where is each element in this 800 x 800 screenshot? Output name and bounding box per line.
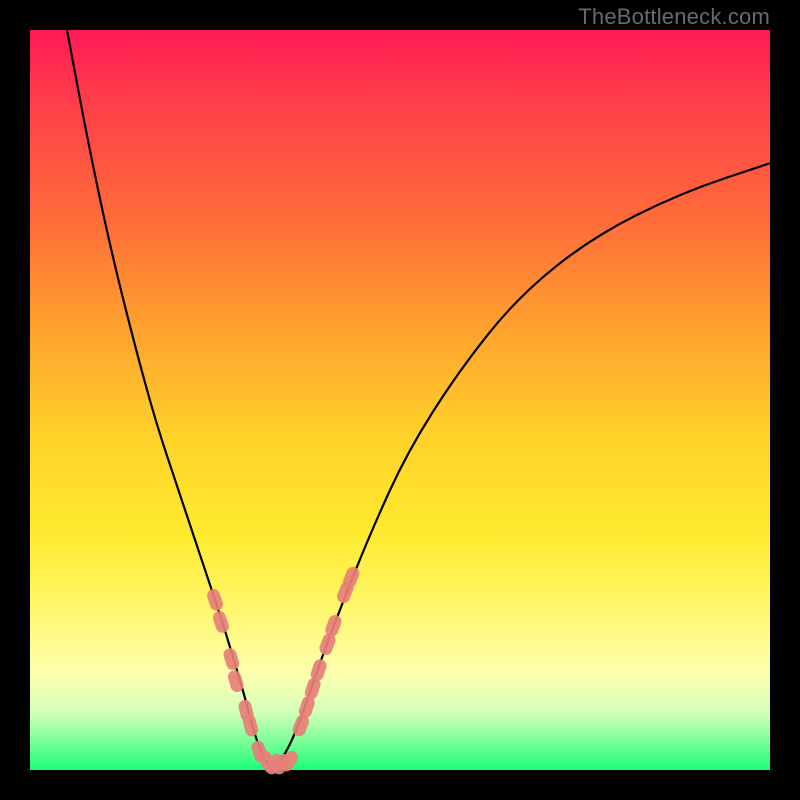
data-marker (211, 610, 230, 635)
plot-area (30, 30, 770, 770)
data-marker (222, 647, 241, 672)
outer-frame: TheBottleneck.com (0, 0, 800, 800)
data-marker (205, 587, 224, 612)
curve-layer (67, 30, 770, 770)
chart-svg (30, 30, 770, 770)
marker-layer (205, 565, 361, 777)
curve-left-branch (67, 30, 274, 770)
curve-right-branch (274, 163, 770, 770)
watermark-text: TheBottleneck.com (578, 4, 770, 30)
